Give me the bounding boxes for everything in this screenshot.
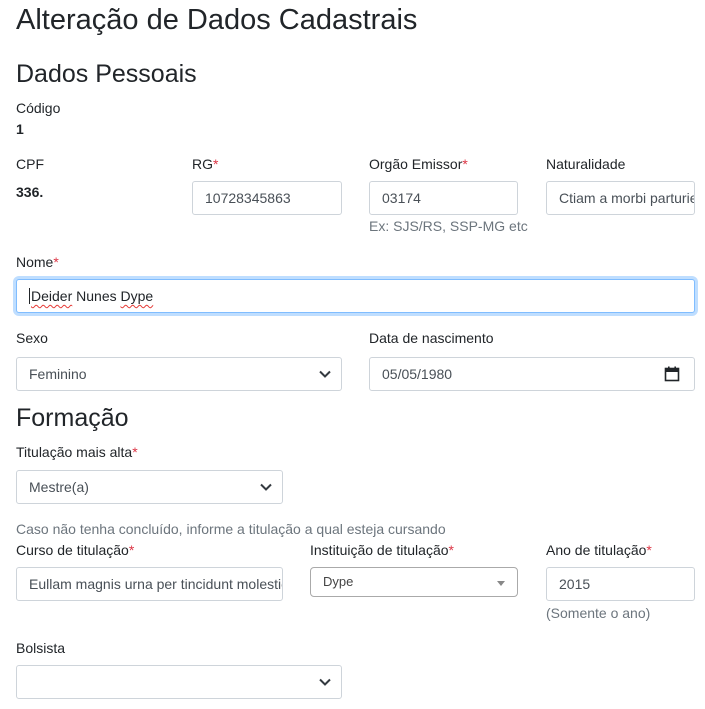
- codigo-value: 1: [16, 121, 24, 137]
- naturalidade-label: Naturalidade: [546, 156, 626, 172]
- instituicao-label: Instituição de titulação*: [310, 542, 454, 558]
- sexo-selected-value: Feminino: [29, 366, 87, 382]
- naturalidade-input[interactable]: Ctiam a morbi parturient: [546, 181, 695, 215]
- nascimento-value: 05/05/1980: [382, 366, 453, 382]
- titulacao-selected-value: Mestre(a): [29, 479, 89, 495]
- calendar-icon[interactable]: [664, 366, 680, 382]
- sexo-label: Sexo: [16, 330, 48, 346]
- section-title-education: Formação: [16, 404, 129, 432]
- required-mark: *: [646, 542, 652, 558]
- nome-word: Dype: [120, 288, 154, 304]
- titulacao-label: Titulação mais alta*: [16, 444, 138, 460]
- ano-input[interactable]: 2015: [546, 567, 695, 601]
- chevron-down-icon: [319, 678, 331, 686]
- chevron-down-icon: [260, 483, 272, 491]
- nascimento-label: Data de nascimento: [369, 330, 494, 346]
- required-mark: *: [132, 444, 138, 460]
- nome-input[interactable]: Deider Nunes Dype: [16, 279, 695, 313]
- page-title: Alteração de Dados Cadastrais: [16, 4, 418, 36]
- bolsista-label: Bolsista: [16, 640, 66, 656]
- titulacao-select[interactable]: Mestre(a): [16, 470, 283, 504]
- cpf-label: CPF: [16, 156, 44, 172]
- instituicao-selected-value: Dype: [323, 574, 354, 589]
- curso-label: Curso de titulação*: [16, 542, 135, 558]
- caret-down-icon: [497, 581, 505, 586]
- instituicao-select[interactable]: Dype: [310, 567, 518, 597]
- sexo-select[interactable]: Feminino: [16, 357, 342, 391]
- orgao-help-text: Ex: SJS/RS, SSP-MG etc: [369, 218, 528, 234]
- text-caret: [29, 288, 30, 304]
- required-mark: *: [53, 254, 59, 270]
- required-mark: *: [213, 156, 219, 172]
- rg-input[interactable]: 10728345863: [192, 181, 342, 215]
- nome-word: Nunes: [76, 288, 117, 304]
- nome-label: Nome*: [16, 254, 59, 270]
- orgao-emissor-input[interactable]: 03174: [369, 181, 518, 215]
- ano-label: Ano de titulação*: [546, 542, 652, 558]
- codigo-label: Código: [16, 100, 61, 116]
- ano-help-text: (Somente o ano): [546, 605, 651, 621]
- chevron-down-icon: [319, 370, 331, 378]
- curso-input[interactable]: Eullam magnis urna per tincidunt molesti…: [16, 567, 283, 601]
- required-mark: *: [128, 542, 135, 558]
- required-mark: *: [448, 542, 454, 558]
- section-title-personal: Dados Pessoais: [16, 60, 197, 88]
- cpf-value: 336.: [16, 184, 44, 200]
- nascimento-date-input[interactable]: 05/05/1980: [369, 357, 695, 391]
- nome-word: Deider: [31, 288, 73, 304]
- bolsista-select[interactable]: [16, 665, 342, 699]
- titulacao-note: Caso não tenha concluído, informe a titu…: [16, 521, 446, 537]
- required-mark: *: [462, 156, 468, 172]
- orgao-label: Orgão Emissor*: [369, 156, 468, 172]
- rg-label: RG*: [192, 156, 219, 172]
